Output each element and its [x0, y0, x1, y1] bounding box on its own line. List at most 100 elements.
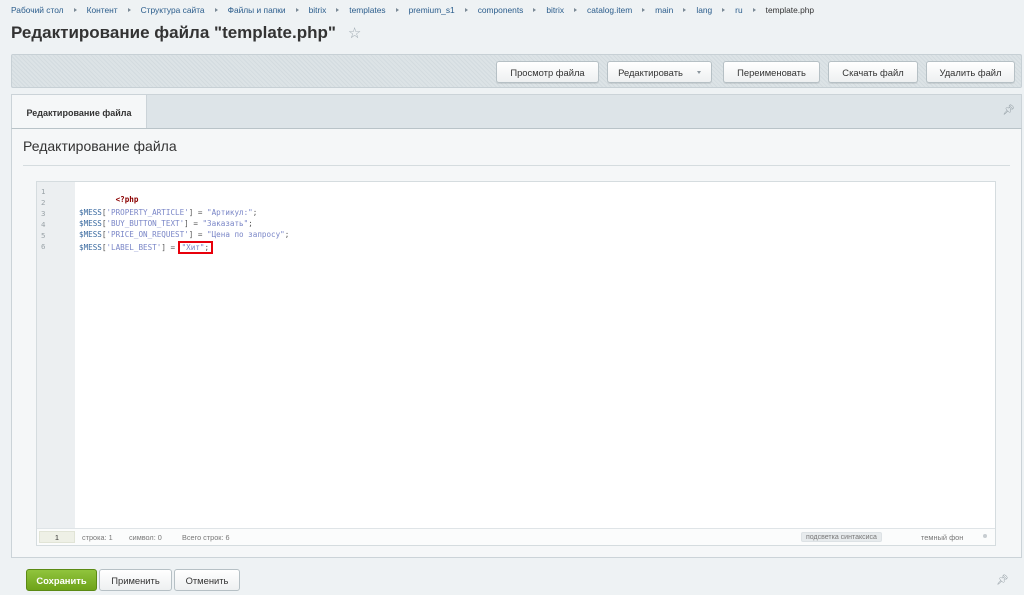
php-open-tag: <?php	[115, 195, 139, 204]
breadcrumb-item-main[interactable]: main	[655, 5, 673, 15]
breadcrumb-separator-icon	[642, 8, 646, 12]
cancel-button[interactable]: Отменить	[174, 569, 240, 591]
breadcrumb-item-bitrix-2[interactable]: bitrix	[546, 5, 564, 15]
line-number: 1	[41, 187, 46, 196]
breadcrumb-item-catalog-item[interactable]: catalog.item	[587, 5, 632, 15]
download-label: Скачать файл	[842, 66, 904, 78]
code-value-highlighted: "Хит"	[181, 243, 205, 252]
rename-button[interactable]: Переименовать	[723, 61, 820, 83]
pin-icon[interactable]: 📌︎	[1002, 105, 1015, 116]
delete-file-button[interactable]: Удалить файл	[926, 61, 1015, 83]
breadcrumb-item-desktop[interactable]: Рабочий стол	[11, 5, 64, 15]
dark-theme-toggle[interactable]: темный фон	[921, 533, 963, 542]
highlight-annotation: "Хит";	[177, 241, 214, 254]
code-key: 'PRICE_ON_REQUEST'	[106, 230, 189, 239]
code-line-1: <?php	[79, 186, 139, 204]
edit-dropdown-button[interactable]: Редактировать	[607, 61, 712, 83]
code-var: $MESS	[79, 219, 102, 228]
line-number: 4	[41, 220, 46, 229]
line-number: 2	[41, 198, 46, 207]
breadcrumb-item-components[interactable]: components	[478, 5, 524, 15]
code-editor[interactable]: 1 2 3 4 5 6 <?php $MESS['PROPERTY_ARTICL…	[36, 181, 996, 546]
save-label: Сохранить	[36, 574, 87, 586]
breadcrumb-item-premium-s1[interactable]: premium_s1	[409, 5, 455, 15]
apply-label: Применить	[111, 574, 160, 586]
view-file-label: Просмотр файла	[510, 66, 585, 78]
code-semicolon: ;	[252, 208, 258, 217]
code-var: $MESS	[79, 230, 102, 239]
code-semicolon: ;	[284, 230, 290, 239]
code-value: "Артикул:"	[207, 208, 253, 217]
tab-edit-file[interactable]: Редактирование файла	[12, 95, 147, 130]
breadcrumb-separator-icon	[464, 8, 468, 12]
cursor-char: символ: 0	[129, 533, 162, 542]
file-toolbar: Просмотр файла Редактировать Переименова…	[11, 54, 1022, 88]
page-title-row: Редактирование файла "template.php" ☆	[11, 23, 361, 43]
cursor-line: строка: 1	[82, 533, 113, 542]
editor-statusbar: 1 строка: 1 символ: 0 Всего строк: 6 под…	[37, 528, 995, 545]
save-button[interactable]: Сохранить	[26, 569, 97, 591]
code-text-area[interactable]: <?php $MESS['PROPERTY_ARTICLE'] = "Артик…	[79, 182, 995, 530]
breadcrumb-separator-icon	[73, 8, 77, 12]
code-line-5: $MESS['PRICE_ON_REQUEST'] = "Цена по зап…	[79, 230, 289, 241]
code-value: "Цена по запросу"	[207, 230, 285, 239]
section-title: Редактирование файла	[23, 138, 177, 154]
apply-button[interactable]: Применить	[99, 569, 172, 591]
line-number-gutter: 1 2 3 4 5 6	[37, 182, 75, 530]
page-title: Редактирование файла "template.php"	[11, 23, 336, 42]
breadcrumb-item-current: template.php	[765, 5, 815, 15]
breadcrumb-item-ru[interactable]: ru	[735, 5, 742, 15]
breadcrumb-item-files-folders[interactable]: Файлы и папки	[228, 5, 286, 15]
tab-strip: Редактирование файла 📌︎	[11, 94, 1022, 130]
status-dot-icon	[983, 534, 987, 538]
breadcrumb-separator-icon	[533, 8, 537, 12]
breadcrumb-separator-icon	[722, 8, 726, 12]
code-var: $MESS	[79, 208, 102, 217]
code-key: 'LABEL_BEST'	[106, 243, 162, 252]
view-file-button[interactable]: Просмотр файла	[496, 61, 599, 83]
total-lines: Всего строк: 6	[182, 533, 230, 542]
edit-panel: Редактирование файла 1 2 3 4 5 6 <?php $…	[11, 128, 1022, 558]
star-icon[interactable]: ☆	[348, 24, 361, 42]
syntax-highlight-toggle[interactable]: подсветка синтаксиса	[801, 532, 882, 542]
cancel-label: Отменить	[185, 574, 229, 586]
line-number: 6	[41, 242, 46, 251]
chevron-down-icon	[696, 70, 701, 74]
breadcrumb-item-site-structure[interactable]: Структура сайта	[141, 5, 205, 15]
code-operator: =	[193, 208, 208, 217]
section-divider	[23, 165, 1010, 166]
code-var: $MESS	[79, 243, 102, 252]
code-semicolon: ;	[204, 243, 210, 252]
breadcrumb-item-content[interactable]: Контент	[87, 5, 118, 15]
code-key: 'PROPERTY_ARTICLE'	[106, 208, 189, 217]
breadcrumb-separator-icon	[395, 8, 399, 12]
pin-icon-bottom[interactable]: 📌︎	[996, 575, 1009, 586]
breadcrumb-item-lang[interactable]: lang	[696, 5, 712, 15]
line-number: 3	[41, 209, 46, 218]
code-line-6: $MESS['LABEL_BEST'] = "Хит";	[79, 241, 214, 254]
code-key: 'BUY_BUTTON_TEXT'	[106, 219, 185, 228]
breadcrumb-item-bitrix[interactable]: bitrix	[309, 5, 327, 15]
breadcrumb-separator-icon	[752, 8, 756, 12]
code-line-4: $MESS['BUY_BUTTON_TEXT'] = "Заказать";	[79, 219, 253, 230]
code-semicolon: ;	[248, 219, 253, 228]
breadcrumb-separator-icon	[295, 8, 299, 12]
edit-label: Редактировать	[618, 66, 683, 78]
rename-label: Переименовать	[737, 66, 806, 78]
breadcrumb: Рабочий стол Контент Структура сайта Фай…	[11, 4, 814, 16]
code-line-3: $MESS['PROPERTY_ARTICLE'] = "Артикул:";	[79, 208, 257, 219]
breadcrumb-separator-icon	[574, 8, 578, 12]
code-operator: =	[193, 230, 208, 239]
breadcrumb-separator-icon	[336, 8, 340, 12]
breadcrumb-separator-icon	[127, 8, 131, 12]
line-number: 5	[41, 231, 46, 240]
current-line-box[interactable]: 1	[39, 531, 75, 543]
tab-edit-file-label: Редактирование файла	[26, 107, 132, 118]
breadcrumb-separator-icon	[683, 8, 687, 12]
delete-label: Удалить файл	[939, 66, 1002, 78]
code-operator: =	[188, 219, 203, 228]
breadcrumb-separator-icon	[214, 8, 218, 12]
download-file-button[interactable]: Скачать файл	[828, 61, 918, 83]
code-value: "Заказать"	[202, 219, 249, 228]
breadcrumb-item-templates[interactable]: templates	[349, 5, 385, 15]
